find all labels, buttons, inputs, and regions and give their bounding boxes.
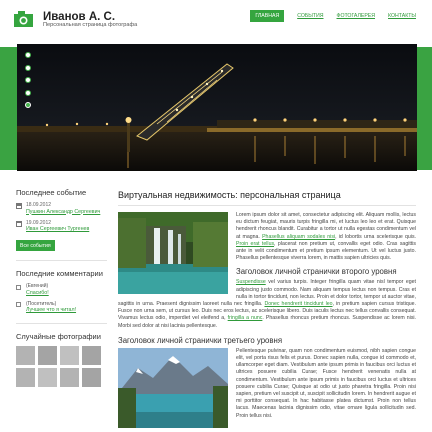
slider-dot-1[interactable] [25, 52, 31, 58]
main-content: Виртуальная недвижимость: персональная с… [118, 190, 416, 428]
comment-author: (Евгений) [26, 283, 49, 289]
nav-contacts[interactable]: КОНТАКТЫ [388, 13, 416, 19]
slider-dots [25, 52, 31, 115]
event-item: 19.09.2012 Иван Сергеевич Тургенев [16, 220, 107, 234]
page-title: Виртуальная недвижимость: персональная с… [118, 190, 341, 200]
waterfall-photo[interactable] [118, 212, 228, 294]
inline-link[interactable]: Phasellus aliquam sodales nisi [262, 234, 335, 240]
calendar-icon [16, 220, 22, 227]
sidebar-divider [16, 323, 107, 324]
random-photos-grid [16, 346, 107, 387]
photo-thumbnail[interactable] [60, 346, 79, 365]
section-heading-3: Заголовок личной странички третьего уров… [118, 335, 283, 345]
inline-link[interactable]: fringilla a nunc [228, 315, 263, 321]
nav-home[interactable]: ГЛАВНАЯ [250, 10, 285, 22]
night-bridge-photo [17, 44, 417, 171]
comment-link[interactable]: Спасибо! [26, 290, 49, 297]
title-divider [118, 205, 416, 206]
all-events-button[interactable]: Все события [16, 240, 55, 251]
photo-thumbnail[interactable] [38, 368, 57, 387]
comments-title: Последние комментарии [16, 269, 103, 278]
event-link[interactable]: Пушкин Александр Сергеевич [26, 209, 100, 216]
slider-dot-2[interactable] [25, 64, 31, 71]
photo-thumbnail[interactable] [38, 346, 57, 365]
site-subtitle: Персональная страница фотографа [43, 22, 138, 28]
event-item: 18.09.2012 Пушкин Александр Сергеевич [16, 202, 107, 216]
comment-link[interactable]: Лучшее что я читал! [26, 307, 76, 314]
comment-item: (Евгений) Спасибо! [16, 283, 107, 297]
slider-dot-4[interactable] [25, 89, 31, 96]
nav-events[interactable]: СОБЫТИЯ [297, 13, 323, 19]
comment-icon [16, 302, 21, 307]
comment-item: (Посетитель) Лучшее что я читал! [16, 301, 107, 315]
camera-logo-icon[interactable] [14, 11, 33, 27]
calendar-icon [16, 203, 22, 209]
photo-thumbnail[interactable] [60, 368, 79, 387]
slider-dot-5[interactable] [25, 102, 31, 108]
photo-thumbnail[interactable] [16, 368, 35, 387]
main-nav: ГЛАВНАЯ СОБЫТИЯ ФОТОГАЛЕРЕЯ КОНТАКТЫ [250, 10, 416, 22]
photo-thumbnail[interactable] [82, 368, 101, 387]
header: Иванов А. С. Персональная страница фотог… [0, 0, 432, 38]
inline-link[interactable]: Proin erat tellus [236, 241, 274, 247]
sidebar: Последнее событие 18.09.2012 Пушкин Алек… [16, 188, 107, 387]
nav-gallery[interactable]: ФОТОГАЛЕРЕЯ [337, 13, 376, 19]
inline-link[interactable]: Donec hendrerit tincidunt leo [264, 301, 332, 307]
inline-link[interactable]: Suspendisse [236, 279, 266, 285]
comment-icon [16, 284, 21, 290]
mountain-lake-photo[interactable] [118, 347, 228, 428]
event-link[interactable]: Иван Сергеевич Тургенев [26, 226, 89, 233]
hero-slide-image[interactable] [17, 44, 417, 171]
slider-dot-3[interactable] [25, 77, 31, 83]
photos-title: Случайные фотографии [16, 332, 101, 341]
photo-thumbnail[interactable] [16, 346, 35, 365]
text: , id lobortis urna scelerisque quis. [335, 233, 416, 240]
sidebar-divider [16, 260, 107, 261]
events-title: Последнее событие [16, 188, 87, 197]
photo-thumbnail[interactable] [82, 346, 101, 365]
